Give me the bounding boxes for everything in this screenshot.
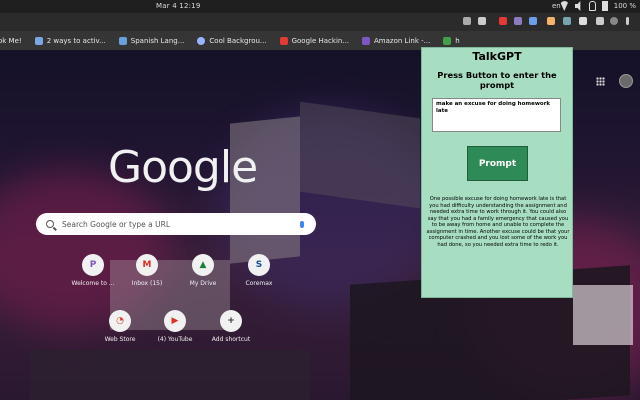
google-apps-icon[interactable] [596, 77, 605, 86]
extension-blue-icon[interactable] [529, 17, 537, 25]
shortcut-tile[interactable]: ▲ My Drive [173, 254, 233, 287]
bookmark-label: ok Me! [0, 36, 22, 45]
extension-purple-icon[interactable] [514, 17, 522, 25]
google-logo: Google [108, 142, 258, 193]
battery-icon [601, 1, 608, 11]
bookmark-star-icon[interactable] [478, 17, 486, 25]
label-shape [573, 285, 633, 345]
battery-percent: 100 % [613, 2, 636, 10]
shortcut-tile[interactable]: S Coremax [229, 254, 289, 287]
shortcut-label: Inbox (15) [131, 280, 163, 287]
green-icon [443, 36, 452, 45]
bookmark-item[interactable]: Amazon Link -... [362, 36, 431, 45]
shortcut-label: Welcome to ... [71, 280, 115, 287]
bookmark-item[interactable]: 2 ways to activ... [34, 36, 106, 45]
extension-red-icon[interactable] [499, 17, 507, 25]
globe-icon [197, 36, 206, 45]
shortcut-favicon-icon: P [82, 254, 104, 276]
share-icon[interactable] [463, 17, 471, 25]
microphone-icon[interactable] [300, 220, 304, 228]
add-shortcut-tile[interactable]: + Add shortcut [201, 310, 261, 343]
popup-title: TalkGPT [472, 50, 522, 63]
profile-avatar-icon[interactable] [610, 17, 618, 25]
coremax-icon: S [248, 254, 270, 276]
response-text: One possible excuse for doing homework l… [426, 196, 570, 248]
account-avatar[interactable] [619, 74, 633, 88]
system-tray[interactable]: 100 % [559, 1, 636, 11]
system-status-bar: Mar 4 12:19 en 100 % [0, 0, 640, 13]
popup-subtitle: Press Button to enter the prompt [437, 70, 557, 90]
bookmark-item[interactable]: Spanish Lang... [118, 36, 185, 45]
shortcut-label: Web Store [104, 336, 136, 343]
notifications-off-icon [588, 1, 596, 11]
youtube-icon: ▶ [164, 310, 186, 332]
bookmark-label: h [455, 36, 460, 45]
shortcut-label: Add shortcut [211, 336, 251, 343]
shortcut-tile[interactable]: P Welcome to ... [63, 254, 123, 287]
bookmark-item[interactable]: Cool Backgrou... [197, 36, 267, 45]
purple-icon [362, 36, 371, 45]
wifi-icon [559, 1, 569, 11]
bookmark-label: Spanish Lang... [130, 36, 185, 45]
bookmark-item[interactable]: Google Hackin... [279, 36, 350, 45]
shortcut-tile[interactable]: ◔ Web Store [90, 310, 150, 343]
talkgpt-popup: TalkGPT Press Button to enter the prompt… [421, 47, 573, 298]
drive-icon: ▲ [192, 254, 214, 276]
talkgpt-extension-icon[interactable] [563, 17, 571, 25]
gmail-icon: M [136, 254, 158, 276]
volume-icon [574, 1, 581, 11]
prompt-input[interactable]: make an excuse for doing homework late [432, 98, 561, 132]
shortcut-tile[interactable]: M Inbox (15) [117, 254, 177, 287]
plus-icon: + [220, 310, 242, 332]
computer-shape [300, 101, 420, 209]
search-box[interactable]: Search Google or type a URL [36, 213, 316, 235]
extension-orange-icon[interactable] [547, 17, 555, 25]
bookmark-item[interactable]: ok Me! [0, 37, 22, 45]
browser-toolbar [0, 13, 640, 31]
sidebar-toggle-icon[interactable] [596, 17, 604, 25]
prompt-button[interactable]: Prompt [467, 146, 528, 181]
shortcut-label: My Drive [189, 280, 217, 287]
bookmark-label: 2 ways to activ... [46, 36, 106, 45]
search-icon [46, 220, 54, 228]
shortcut-label: (4) YouTube [157, 336, 193, 343]
extensions-puzzle-icon[interactable] [579, 17, 587, 25]
bookmark-label: Amazon Link -... [374, 36, 431, 45]
keyboard-shape [30, 350, 310, 400]
search-placeholder: Search Google or type a URL [62, 219, 171, 229]
system-clock[interactable]: Mar 4 12:19 [156, 2, 200, 10]
web-store-icon: ◔ [109, 310, 131, 332]
bookmark-label: Google Hackin... [291, 36, 350, 45]
bookmark-label: Cool Backgrou... [209, 36, 267, 45]
bookmark-item[interactable]: h [443, 36, 460, 45]
browser-menu-icon[interactable] [626, 17, 629, 25]
shortcut-tile[interactable]: ▶ (4) YouTube [145, 310, 205, 343]
page-icon [118, 36, 127, 45]
youtube-icon [279, 36, 288, 45]
page-icon [34, 36, 43, 45]
shortcut-label: Coremax [245, 280, 273, 287]
